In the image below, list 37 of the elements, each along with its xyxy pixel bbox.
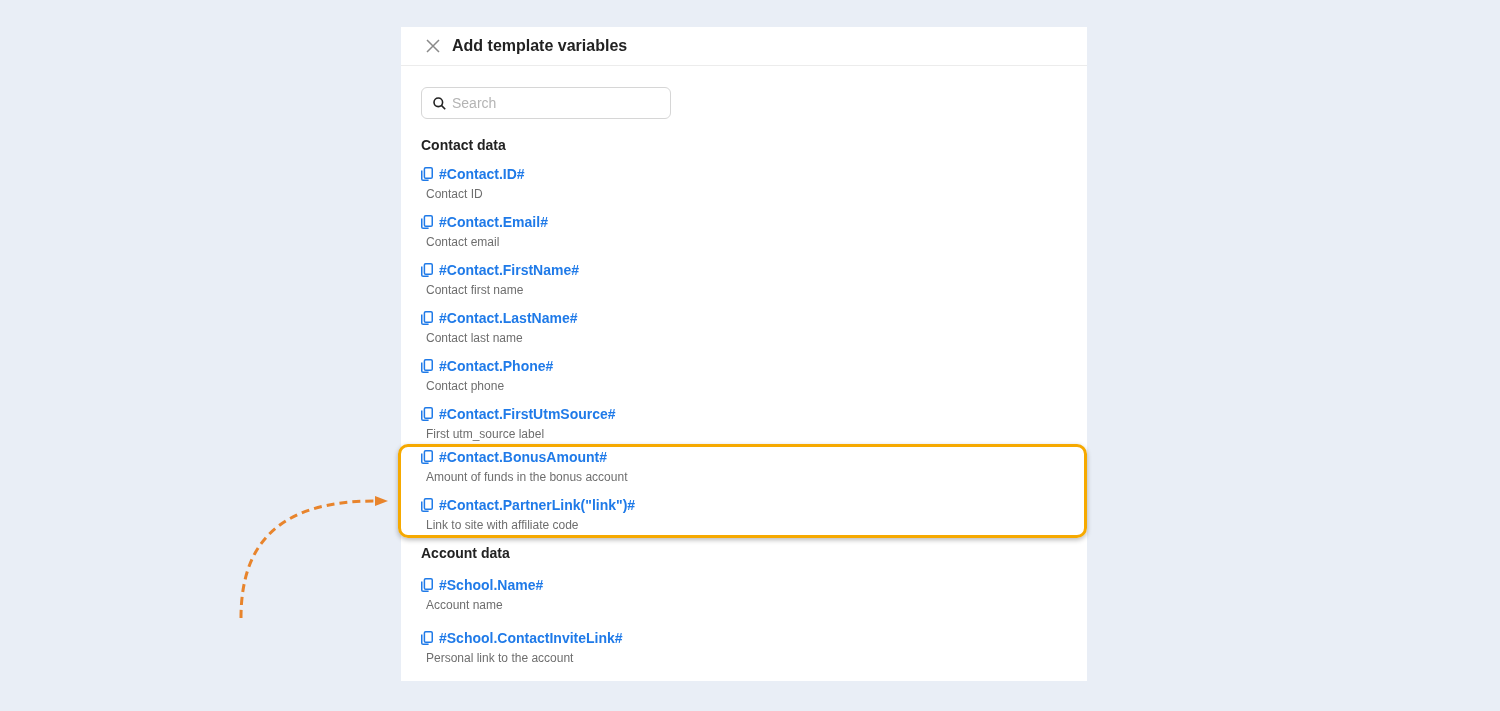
variable-link[interactable]: #Contact.PartnerLink("link")# (421, 495, 636, 515)
variable-description: Account name (425, 597, 503, 614)
variable-link[interactable]: #Contact.Email# (421, 212, 548, 232)
close-icon (426, 39, 440, 53)
variable-link[interactable]: #School.ContactInviteLink# (421, 628, 623, 648)
copy-icon (421, 450, 433, 464)
section-title: Contact data (421, 136, 507, 155)
copy-icon (421, 167, 433, 181)
variable-description: Contact phone (425, 378, 505, 395)
dialog-title: Add template variables (452, 36, 628, 56)
variable-link[interactable]: #Contact.FirstName# (421, 260, 580, 280)
copy-icon (421, 631, 433, 645)
copy-icon (421, 359, 433, 373)
variable-description: Contact first name (425, 282, 524, 299)
copy-icon (421, 498, 433, 512)
variable-description: Contact email (425, 234, 500, 251)
variable-description: Contact last name (425, 330, 523, 347)
copy-icon (421, 407, 433, 421)
variable-description: Link to site with affiliate code (425, 517, 579, 534)
variable-link[interactable]: #Contact.Phone# (421, 356, 554, 376)
variable-link[interactable]: #Contact.BonusAmount# (421, 447, 607, 467)
variable-description: Contact ID (425, 186, 483, 203)
variable-description: First utm_source label (425, 426, 545, 443)
copy-icon (421, 578, 433, 592)
copy-icon (421, 263, 433, 277)
variable-link[interactable]: #School.Name# (421, 575, 544, 595)
close-button[interactable] (426, 39, 440, 53)
variable-link[interactable]: #Contact.LastName# (421, 308, 578, 328)
variable-link[interactable]: #Contact.ID# (421, 164, 525, 184)
search-icon (433, 97, 446, 110)
variable-link[interactable]: #Contact.FirstUtmSource# (421, 404, 616, 424)
variable-description: Personal link to the account (425, 650, 574, 667)
variable-description: Amount of funds in the bonus account (425, 469, 628, 486)
copy-icon (421, 311, 433, 325)
section-title: Account data (421, 544, 511, 563)
copy-icon (421, 215, 433, 229)
search-field[interactable]: Search (421, 87, 671, 119)
